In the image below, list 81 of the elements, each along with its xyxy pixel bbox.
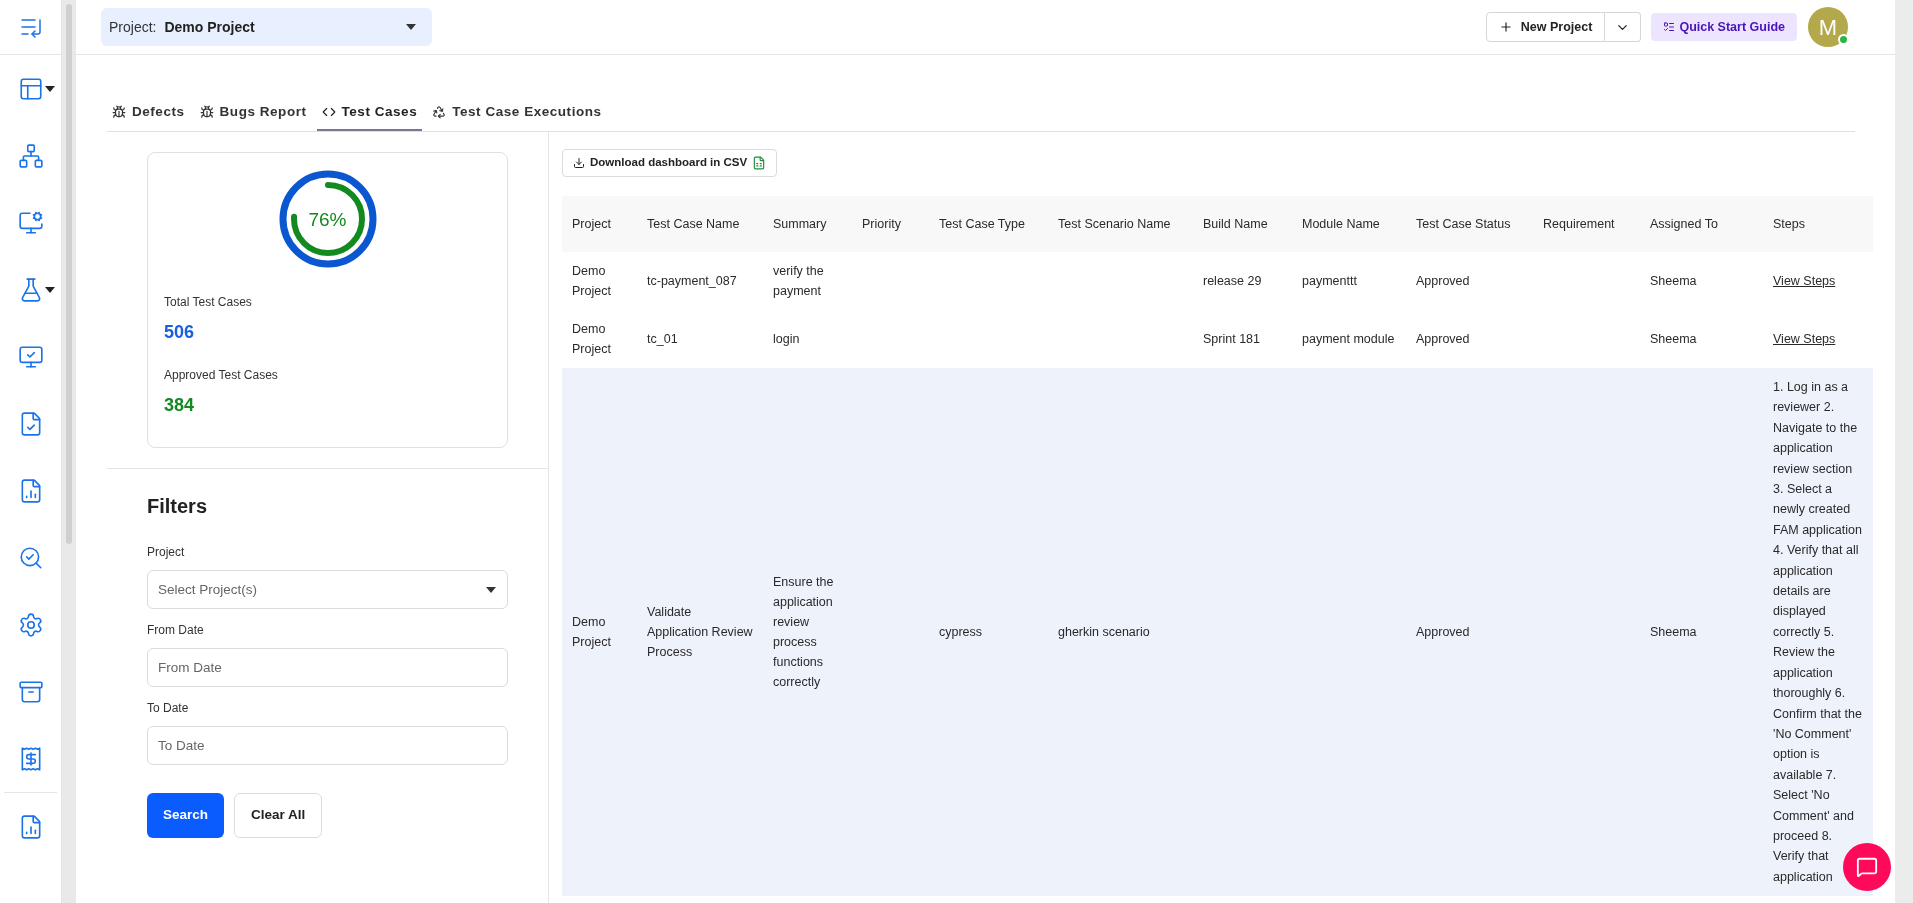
- steps-text: 1. Log in as a reviewer 2. Navigate to the application review section 3. Select a newly created FAM application 4. Verify that all application details are displayed correctly 5. Review the application thoroughly 6. Confirm that the 'No Comment' option is available 7. Select 'No Comment' and proceed 8. Verify that application: [1773, 380, 1862, 884]
- field-label: To Date: [147, 700, 190, 717]
- table-cell: Sprint 181: [1203, 332, 1260, 346]
- stat-value: 384: [164, 394, 196, 417]
- stat-value: 506: [164, 321, 196, 344]
- column-header: Requirement: [1533, 196, 1640, 252]
- list-icon: [1663, 21, 1676, 33]
- download-icon: [573, 157, 585, 169]
- column-header: Test Case Name: [637, 196, 763, 252]
- project-selector[interactable]: Project: Demo Project: [101, 8, 432, 46]
- monitor-check-icon[interactable]: [17, 343, 44, 370]
- date-field[interactable]: To Date: [147, 726, 508, 765]
- tab[interactable]: Test Case Executions: [427, 95, 607, 131]
- bug-icon: [112, 105, 126, 119]
- column-header: Project: [562, 196, 637, 252]
- table-cell: release 29: [1203, 274, 1262, 288]
- table-cell: Validate Application Review Process: [647, 605, 753, 660]
- search-button[interactable]: Search: [147, 793, 225, 838]
- quick-start-button[interactable]: Quick Start Guide: [1651, 13, 1797, 41]
- sidebar-scrollbar[interactable]: [62, 0, 76, 903]
- table-cell: Sheema: [1650, 274, 1697, 288]
- view-steps-link[interactable]: View Steps: [1773, 273, 1836, 288]
- bug-icon: [199, 105, 214, 119]
- recycle-icon: [432, 105, 447, 119]
- avatar-initial: M: [1818, 13, 1838, 42]
- column-header: Test Scenario Name: [1048, 196, 1193, 252]
- stat-label: Total Test Cases: [164, 294, 253, 311]
- table-cell: tc-payment_087: [647, 274, 737, 288]
- caret-icon: [486, 587, 496, 593]
- column-header: Assigned To: [1640, 196, 1763, 252]
- table-cell: payment module: [1302, 332, 1395, 346]
- filters-title: Filters: [147, 494, 209, 519]
- settings-icon[interactable]: [17, 611, 44, 638]
- table-cell: verify the payment: [773, 264, 824, 298]
- view-steps-link[interactable]: View Steps: [1773, 331, 1836, 346]
- download-csv-button[interactable]: Download dashboard in CSV: [562, 149, 778, 177]
- percent-label: 76%: [308, 209, 347, 229]
- table-cell: Demo Project: [572, 264, 611, 298]
- select-field[interactable]: Select Project(s): [147, 570, 508, 609]
- chat-button[interactable]: [1843, 843, 1891, 891]
- table-cell: gherkin scenario: [1058, 625, 1150, 640]
- table-cell: Sheema: [1650, 332, 1697, 346]
- caret-icon: [406, 24, 416, 30]
- column-header: Build Name: [1193, 196, 1292, 252]
- table-cell: paymenttt: [1302, 274, 1357, 288]
- tab[interactable]: Test Cases: [316, 95, 423, 131]
- field-label: From Date: [147, 622, 205, 639]
- table-cell: Approved: [1416, 625, 1470, 640]
- page-scrollbar[interactable]: [1895, 0, 1913, 903]
- spreadsheet-icon: [752, 156, 767, 170]
- archive-icon[interactable]: [17, 678, 44, 705]
- hierarchy-icon[interactable]: [17, 142, 44, 169]
- column-header: Priority: [852, 196, 929, 252]
- new-project-button[interactable]: New Project: [1485, 12, 1606, 42]
- column-header: Test Case Type: [929, 196, 1048, 252]
- tab[interactable]: Bugs Report: [194, 95, 312, 131]
- table-cell: Ensure the application review process functions correctly: [773, 575, 834, 690]
- caret-icon: [45, 287, 55, 293]
- table-cell: Approved: [1416, 332, 1470, 346]
- tab[interactable]: Defects: [107, 95, 190, 131]
- code-icon: [321, 105, 336, 119]
- plus-icon: [1498, 20, 1513, 34]
- column-header: Steps: [1763, 196, 1873, 252]
- table-cell: tc_01: [647, 332, 678, 346]
- column-header: Summary: [763, 196, 852, 252]
- chat-icon: [1856, 856, 1878, 878]
- table-cell: Demo Project: [572, 322, 611, 356]
- column-header: Test Case Status: [1406, 196, 1533, 252]
- layout-icon[interactable]: [17, 75, 44, 102]
- table-cell: cypress: [939, 625, 983, 640]
- table-cell: Sheema: [1650, 625, 1697, 640]
- field-label: Project: [147, 544, 186, 561]
- caret-icon: [45, 86, 55, 92]
- column-header: Module Name: [1292, 196, 1406, 252]
- date-field[interactable]: From Date: [147, 648, 508, 687]
- monitor-gear-icon[interactable]: [17, 209, 44, 236]
- table-cell: Approved: [1416, 274, 1470, 288]
- clear-button[interactable]: Clear All: [234, 793, 323, 838]
- table-cell: login: [773, 332, 800, 346]
- table-cell: Demo Project: [572, 615, 611, 650]
- stat-label: Approved Test Cases: [164, 367, 279, 384]
